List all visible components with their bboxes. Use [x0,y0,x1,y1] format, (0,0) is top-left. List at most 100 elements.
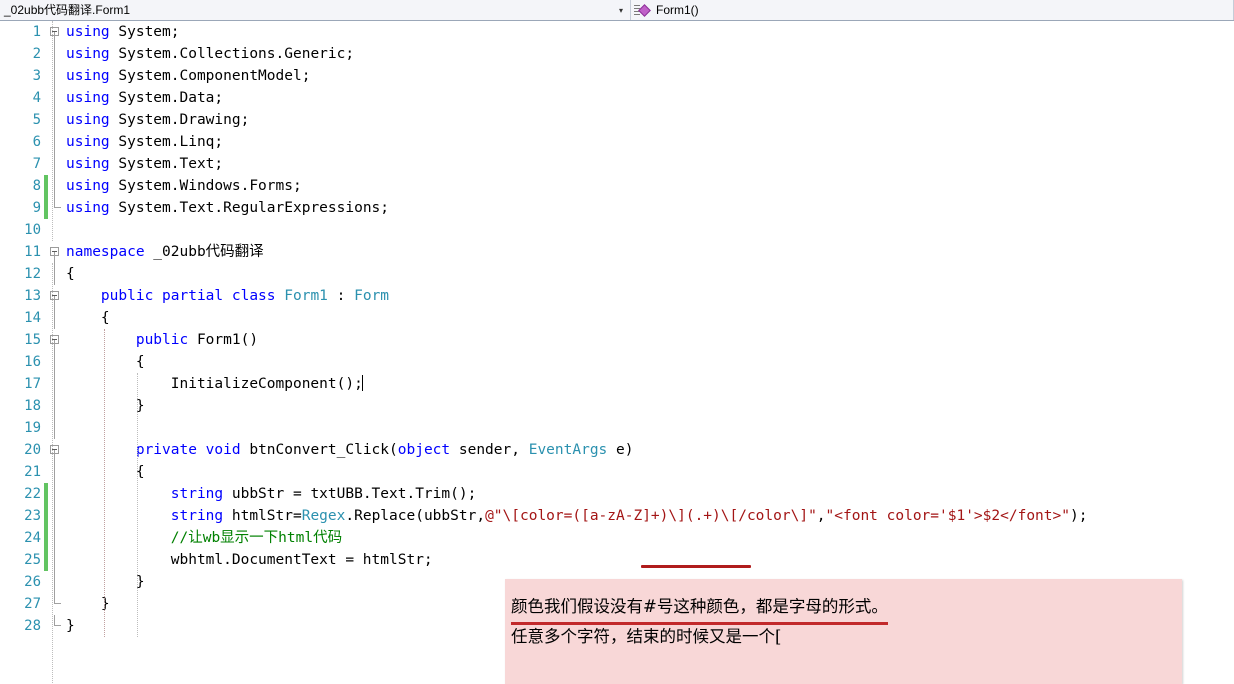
code-line[interactable]: 14 { [0,307,1234,329]
fold-margin[interactable] [48,87,62,109]
code-line[interactable]: 2 using System.Collections.Generic; [0,43,1234,65]
line-number: 2 [32,46,41,62]
code-line[interactable]: 24 //让wb显示一下html代码 [0,527,1234,549]
fold-margin[interactable] [48,549,62,571]
fold-margin[interactable] [48,65,62,87]
code-line[interactable]: 7 using System.Text; [0,153,1234,175]
fold-margin[interactable] [48,241,62,263]
line-number: 4 [32,90,41,106]
line-number: 20 [24,442,41,458]
fold-margin[interactable] [48,131,62,153]
code-lines[interactable]: 1 using System; 2 using System.Collections.… [0,21,1234,637]
code-text[interactable]: string htmlStr=Regex.Replace(ubbStr,@"\[… [62,505,1234,527]
code-text[interactable]: using System.Data; [62,87,1234,109]
code-line[interactable]: 6 using System.Linq; [0,131,1234,153]
line-number: 19 [24,420,41,436]
code-text[interactable]: InitializeComponent(); [62,373,1234,395]
code-text[interactable]: //让wb显示一下html代码 [62,527,1234,549]
token-plain: btnConvert_Click( [240,442,398,458]
code-line[interactable]: 5 using System.Drawing; [0,109,1234,131]
fold-margin[interactable] [48,593,62,615]
code-text[interactable]: using System.Windows.Forms; [62,175,1234,197]
code-line[interactable]: 11 namespace _02ubb代码翻译 [0,241,1234,263]
code-text[interactable]: using System.Text.RegularExpressions; [62,197,1234,219]
token-plain: System.Windows.Forms; [109,178,302,194]
code-text[interactable]: { [62,307,1234,329]
code-line[interactable]: 23 string htmlStr=Regex.Replace(ubbStr,@… [0,505,1234,527]
code-line[interactable]: 17 InitializeComponent(); [0,373,1234,395]
code-line[interactable]: 4 using System.Data; [0,87,1234,109]
code-text[interactable]: using System.Collections.Generic; [62,43,1234,65]
fold-margin[interactable] [48,285,62,307]
indent-guide [104,329,106,637]
fold-margin[interactable] [48,219,62,241]
line-number: 17 [24,376,41,392]
chevron-down-icon[interactable]: ▾ [614,1,630,20]
fold-margin[interactable] [48,21,62,43]
fold-margin[interactable] [48,417,62,439]
code-line[interactable]: 15 public Form1() [0,329,1234,351]
code-text[interactable]: using System; [62,21,1234,43]
code-text[interactable]: } [62,395,1234,417]
fold-margin[interactable] [48,615,62,637]
token-kw: using [66,68,110,84]
code-line[interactable]: 18 } [0,395,1234,417]
code-text[interactable]: namespace _02ubb代码翻译 [62,241,1234,263]
token-plain: } [66,618,75,634]
token-kw: using [66,200,110,216]
note-line-0: 颜色我们假设没有#号这种颜色，都是字母的形式。 [511,593,1182,625]
fold-margin[interactable] [48,43,62,65]
code-line[interactable]: 19 [0,417,1234,439]
code-line[interactable]: 16 { [0,351,1234,373]
fold-margin[interactable] [48,197,62,219]
member-dropdown[interactable]: Form1() [631,0,1234,20]
code-line[interactable]: 13 public partial class Form1 : Form [0,285,1234,307]
code-text[interactable]: using System.Text; [62,153,1234,175]
token-plain: .Replace(ubbStr, [345,508,486,524]
fold-connector [54,65,55,87]
fold-margin[interactable] [48,373,62,395]
code-text[interactable]: using System.Linq; [62,131,1234,153]
fold-margin[interactable] [48,351,62,373]
code-line[interactable]: 8 using System.Windows.Forms; [0,175,1234,197]
code-line[interactable]: 1 using System; [0,21,1234,43]
code-text[interactable]: private void btnConvert_Click(object sen… [62,439,1234,461]
code-text[interactable]: { [62,263,1234,285]
code-line[interactable]: 22 string ubbStr = txtUBB.Text.Trim(); [0,483,1234,505]
fold-margin[interactable] [48,109,62,131]
fold-margin[interactable] [48,439,62,461]
code-line[interactable]: 20 private void btnConvert_Click(object … [0,439,1234,461]
fold-margin[interactable] [48,153,62,175]
code-line[interactable]: 21 { [0,461,1234,483]
code-line[interactable]: 25 wbhtml.DocumentText = htmlStr; [0,549,1234,571]
fold-margin[interactable] [48,329,62,351]
fold-connector [54,175,55,197]
code-text[interactable]: using System.Drawing; [62,109,1234,131]
code-text[interactable]: { [62,461,1234,483]
code-text[interactable]: using System.ComponentModel; [62,65,1234,87]
fold-margin[interactable] [48,461,62,483]
token-plain: wbhtml.DocumentText = htmlStr; [66,552,433,568]
fold-margin[interactable] [48,571,62,593]
code-line[interactable]: 9 using System.Text.RegularExpressions; [0,197,1234,219]
fold-margin[interactable] [48,483,62,505]
code-line[interactable]: 3 using System.ComponentModel; [0,65,1234,87]
fold-connector [54,483,55,505]
code-text[interactable]: string ubbStr = txtUBB.Text.Trim(); [62,483,1234,505]
fold-margin[interactable] [48,307,62,329]
token-kw: using [66,24,110,40]
code-text[interactable]: { [62,351,1234,373]
fold-margin[interactable] [48,263,62,285]
fold-margin[interactable] [48,175,62,197]
code-line[interactable]: 12 { [0,263,1234,285]
type-dropdown[interactable]: _02ubb代码翻译.Form1 ▾ [0,0,631,20]
code-line[interactable]: 10 [0,219,1234,241]
fold-margin[interactable] [48,505,62,527]
fold-margin[interactable] [48,527,62,549]
code-text[interactable]: public partial class Form1 : Form [62,285,1234,307]
code-text[interactable]: public Form1() [62,329,1234,351]
code-editor[interactable]: 1 using System; 2 using System.Collections.… [0,21,1234,684]
fold-connector [54,109,55,131]
token-plain: System.Linq; [109,134,224,150]
fold-margin[interactable] [48,395,62,417]
